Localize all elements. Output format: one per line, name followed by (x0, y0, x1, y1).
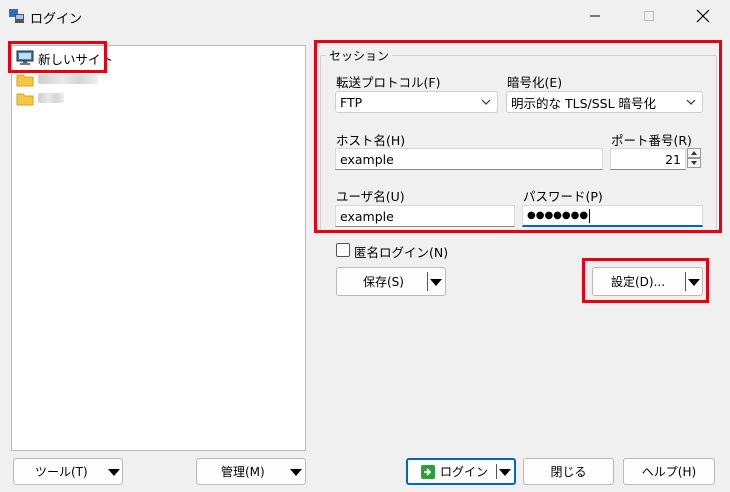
tools-label: ツール(T) (35, 465, 88, 479)
winscp-app-icon (8, 7, 26, 25)
close-label: 閉じる (550, 465, 587, 479)
close-icon (696, 9, 710, 23)
dropdown-arrow-icon (290, 469, 302, 476)
folder-icon (16, 93, 34, 105)
maximize-button[interactable] (626, 0, 672, 32)
caret-up-icon (691, 151, 697, 155)
tree-item-folder-1[interactable] (16, 70, 98, 88)
anonymous-login-checkbox[interactable] (336, 243, 350, 257)
port-input[interactable]: 21 (610, 148, 686, 170)
host-label: ホスト名(H) (336, 133, 406, 148)
host-value: example (340, 151, 394, 167)
anonymous-login-label: 匿名ログイン(N) (354, 245, 449, 260)
maximize-icon (644, 11, 654, 21)
session-group-title: セッション (326, 47, 393, 64)
save-button[interactable]: 保存(S) (336, 267, 446, 296)
password-value: ●●●●●●● (527, 210, 589, 221)
dropdown-arrow-icon[interactable] (499, 469, 511, 476)
close-window-button[interactable] (680, 0, 726, 32)
chevron-down-icon (686, 99, 696, 105)
dropdown-arrow-icon[interactable] (688, 279, 700, 286)
login-button[interactable]: ログイン (406, 458, 516, 485)
tree-item-label: 新しいサイト (38, 51, 114, 67)
help-label: ヘルプ(H) (641, 465, 697, 479)
manage-label: 管理(M) (221, 465, 265, 479)
login-label: ログイン (440, 465, 489, 479)
user-input[interactable]: example (335, 205, 515, 227)
protocol-value: FTP (340, 94, 363, 110)
encryption-value: 明示的な TLS/SSL 暗号化 (511, 95, 657, 111)
site-tree[interactable]: 新しいサイト (11, 45, 306, 451)
protocol-select[interactable]: FTP (335, 91, 498, 113)
split-divider (685, 272, 686, 291)
encryption-select[interactable]: 明示的な TLS/SSL 暗号化 (506, 91, 703, 113)
help-button[interactable]: ヘルプ(H) (623, 458, 715, 485)
chevron-down-icon (481, 99, 491, 105)
minimize-icon (590, 15, 600, 17)
caret-down-icon (691, 161, 697, 165)
tree-item-folder-2[interactable] (16, 89, 64, 107)
split-divider (427, 272, 428, 291)
dropdown-arrow-icon (108, 469, 120, 476)
login-icon (421, 464, 435, 479)
port-up-arrow[interactable] (687, 148, 701, 158)
text-cursor (589, 208, 591, 223)
title-bar (0, 0, 730, 34)
computer-icon (16, 50, 34, 65)
split-divider (496, 464, 497, 479)
redacted-folder-name (38, 93, 64, 103)
port-stepper[interactable] (686, 148, 702, 170)
settings-button[interactable]: 設定(D)... (592, 267, 703, 296)
close-button[interactable]: 閉じる (523, 458, 614, 485)
user-value: example (340, 208, 394, 224)
password-label: パスワード(P) (523, 189, 603, 204)
minimize-button[interactable] (572, 0, 618, 32)
folder-icon (16, 74, 34, 86)
save-label: 保存(S) (363, 275, 404, 289)
port-label: ポート番号(R) (611, 133, 692, 148)
protocol-label: 転送プロトコル(F) (336, 75, 441, 90)
tree-item-new-site[interactable]: 新しいサイト (16, 49, 113, 67)
user-label: ユーザ名(U) (336, 189, 405, 204)
manage-button[interactable]: 管理(M) (196, 458, 306, 485)
host-input[interactable]: example (335, 148, 603, 170)
settings-label: 設定(D)... (611, 275, 666, 289)
redacted-folder-name (38, 74, 98, 84)
tools-button[interactable]: ツール(T) (13, 458, 123, 485)
port-value: 21 (665, 151, 681, 167)
password-input[interactable]: ●●●●●●● (522, 205, 703, 227)
port-down-arrow[interactable] (687, 158, 701, 168)
dropdown-arrow-icon[interactable] (430, 279, 442, 286)
encryption-label: 暗号化(E) (507, 75, 563, 90)
window-title: ログイン (30, 12, 83, 27)
